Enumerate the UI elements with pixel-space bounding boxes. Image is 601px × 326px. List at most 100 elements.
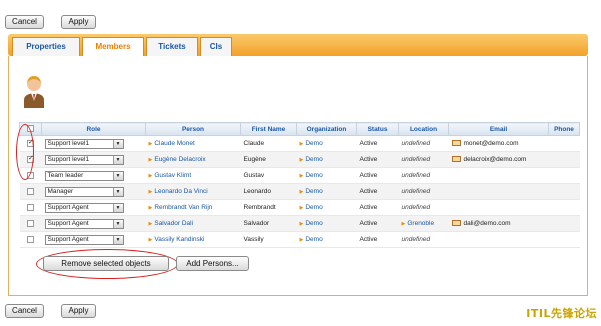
email-cell: delacroix@demo.com — [448, 151, 549, 168]
role-select[interactable]: Support Agent ▼ — [44, 218, 124, 229]
role-select[interactable]: Support level1 ▼ — [44, 138, 124, 149]
email-cell — [448, 167, 549, 184]
phone-cell — [548, 135, 580, 152]
column-header-role[interactable]: Role — [41, 122, 146, 136]
role-select[interactable]: Support Agent ▼ — [44, 234, 124, 245]
mail-icon[interactable] — [451, 140, 461, 147]
apply-button-top[interactable]: Apply — [61, 15, 96, 29]
column-header-email[interactable]: Email — [448, 122, 549, 136]
person-link[interactable]: Salvador Dali — [154, 220, 193, 227]
bullet-arrow-icon: ▶ — [148, 237, 153, 243]
person-cell: ▶ Gustav Klimt — [145, 167, 241, 184]
location-link[interactable]: Grenoble — [407, 220, 434, 227]
person-link[interactable]: Leonardo Da Vinci — [154, 188, 207, 195]
table-row: Team leader ▼ ▶ Gustav Klimt Gustav ▶ Demo Acti… — [19, 167, 580, 184]
dropdown-arrow-icon[interactable]: ▼ — [112, 235, 123, 244]
location-value: undefined — [401, 204, 431, 211]
column-header-organization[interactable]: Organization — [296, 122, 357, 136]
organization-link[interactable]: Demo — [305, 204, 322, 211]
role-value: Support Agent — [47, 235, 89, 243]
row-checkbox[interactable] — [27, 219, 34, 227]
organization-cell: ▶ Demo — [296, 167, 357, 184]
bullet-arrow-icon: ▶ — [148, 205, 153, 211]
bullet-arrow-icon: ▶ — [401, 221, 406, 227]
role-value: Manager — [47, 187, 74, 195]
dropdown-arrow-icon[interactable]: ▼ — [112, 155, 123, 164]
dropdown-arrow-icon[interactable]: ▼ — [112, 139, 123, 148]
cancel-button-bottom[interactable]: Cancel — [5, 304, 44, 318]
column-header-location[interactable]: Location — [398, 122, 449, 136]
dropdown-arrow-icon[interactable]: ▼ — [112, 203, 123, 212]
first-name-cell: Gustav — [240, 167, 297, 184]
location-cell: undefined — [398, 183, 449, 200]
organization-link[interactable]: Demo — [305, 220, 322, 227]
column-header-person[interactable]: Person — [145, 122, 241, 136]
person-link[interactable]: Rembrandt Van Rijn — [154, 204, 212, 211]
bullet-arrow-icon: ▶ — [299, 173, 304, 179]
dropdown-arrow-icon[interactable]: ▼ — [112, 171, 123, 180]
table-header-row: Role Person First Name Organization Stat… — [19, 122, 580, 136]
role-value: Support level1 — [47, 155, 90, 163]
person-cell: ▶ Leonardo Da Vinci — [145, 183, 241, 200]
bullet-arrow-icon: ▶ — [299, 141, 304, 147]
tab-members[interactable]: Members — [82, 37, 144, 57]
bullet-arrow-icon: ▶ — [299, 205, 304, 211]
phone-cell — [548, 231, 580, 248]
row-checkbox[interactable] — [27, 187, 34, 195]
role-cell: Manager ▼ — [41, 183, 146, 200]
organization-link[interactable]: Demo — [305, 236, 322, 243]
table-row: Support Agent ▼ ▶ Salvador Dali Salvador ▶ Dem… — [19, 215, 580, 232]
watermark-text: ITIL先锋论坛 — [526, 307, 597, 320]
person-link[interactable]: Gustav Klimt — [154, 172, 191, 179]
remove-selected-objects-button[interactable]: Remove selected objects — [43, 256, 169, 271]
organization-link[interactable]: Demo — [305, 188, 322, 195]
organization-link[interactable]: Demo — [305, 140, 322, 147]
person-link[interactable]: Vassily Kandinski — [154, 236, 204, 243]
column-header-phone[interactable]: Phone — [548, 122, 580, 136]
bullet-arrow-icon: ▶ — [148, 189, 153, 195]
role-select[interactable]: Support Agent ▼ — [44, 202, 124, 213]
table-row: Support level1▼▶Claude MonetClaude▶DemoA… — [19, 135, 580, 152]
row-select-cell — [19, 183, 42, 200]
role-cell: Support Agent ▼ — [41, 199, 146, 216]
row-select-cell — [19, 215, 42, 232]
dropdown-arrow-icon[interactable]: ▼ — [112, 187, 123, 196]
row-checkbox[interactable] — [27, 203, 34, 211]
role-cell: Support Agent ▼ — [41, 231, 146, 248]
role-select[interactable]: Manager ▼ — [44, 186, 124, 197]
organization-cell: ▶ Demo — [296, 151, 357, 168]
cancel-button-top[interactable]: Cancel — [5, 15, 44, 29]
row-checkbox[interactable] — [27, 235, 34, 243]
location-cell: undefined — [398, 135, 449, 152]
bullet-arrow-icon: ▶ — [299, 157, 304, 163]
tab-cis[interactable]: CIs — [200, 37, 232, 56]
location-cell: undefined — [398, 151, 449, 168]
organization-link[interactable]: Demo — [305, 172, 322, 179]
first-name-cell: Vassily — [240, 231, 297, 248]
location-cell: ▶ Grenoble — [398, 215, 449, 232]
add-persons-button[interactable]: Add Persons... — [176, 256, 249, 271]
column-header-first-name[interactable]: First Name — [240, 122, 297, 136]
bullet-arrow-icon: ▶ — [299, 237, 304, 243]
role-value: Support Agent — [47, 203, 89, 211]
role-select[interactable]: Support level1 ▼ — [44, 154, 124, 165]
organization-link[interactable]: Demo — [305, 156, 322, 163]
location-value: undefined — [401, 156, 431, 163]
column-header-status[interactable]: Status — [356, 122, 399, 136]
role-value: Support Agent — [47, 219, 89, 227]
row-select-cell — [19, 231, 42, 248]
apply-button-bottom[interactable]: Apply — [61, 304, 96, 318]
email-value: dali@demo.com — [463, 220, 511, 227]
phone-cell — [548, 199, 580, 216]
dropdown-arrow-icon[interactable]: ▼ — [112, 219, 123, 228]
person-link[interactable]: Eugène Delacroix — [154, 156, 205, 163]
mail-icon[interactable] — [451, 156, 461, 163]
email-value: monet@demo.com — [463, 140, 519, 147]
email-cell — [448, 183, 549, 200]
person-link[interactable]: Claude Monet — [154, 140, 194, 147]
mail-icon[interactable] — [451, 220, 461, 227]
role-select[interactable]: Team leader ▼ — [44, 170, 124, 181]
tab-tickets[interactable]: Tickets — [146, 37, 198, 56]
tab-properties[interactable]: Properties — [12, 37, 80, 56]
first-name-cell: Leonardo — [240, 183, 297, 200]
